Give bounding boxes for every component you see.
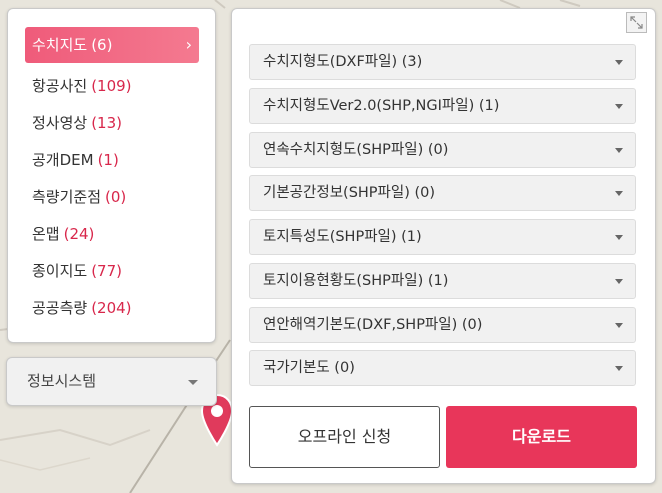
download-item-label: 연안해역기본도(DXF,SHP파일) (0): [263, 317, 483, 333]
category-item-control-point[interactable]: 측량기준점 (0): [25, 182, 199, 212]
download-item-national-base[interactable]: 국가기본도 (0): [249, 350, 636, 386]
download-item-basic-spatial[interactable]: 기본공간정보(SHP파일) (0): [249, 175, 636, 211]
category-item-public-dem[interactable]: 공개DEM (1): [25, 145, 199, 175]
download-button[interactable]: 다운로드: [446, 406, 637, 468]
caret-down-icon: [188, 380, 198, 385]
category-count: (1): [97, 151, 119, 169]
category-item-paper-map[interactable]: 종이지도 (77): [25, 256, 199, 286]
caret-down-icon: [615, 235, 623, 240]
category-count: (77): [91, 262, 122, 280]
download-item-continuous[interactable]: 연속수치지형도(SHP파일) (0): [249, 132, 636, 168]
chevron-right-icon: ›: [185, 35, 192, 54]
category-label: 수치지도: [32, 36, 88, 54]
download-item-ver2[interactable]: 수치지형도Ver2.0(SHP,NGI파일) (1): [249, 88, 636, 124]
category-panel: 수치지도 (6) › 항공사진 (109) 정사영상 (13) 공개DEM (1) 측량기…: [7, 8, 216, 343]
download-item-label: 수치지형도Ver2.0(SHP,NGI파일) (1): [263, 98, 500, 114]
download-item-label: 기본공간정보(SHP파일) (0): [263, 185, 436, 201]
download-item-label: 연속수치지형도(SHP파일) (0): [263, 142, 449, 158]
expand-button[interactable]: [626, 12, 647, 33]
category-count: (0): [105, 188, 127, 206]
download-item-coastal[interactable]: 연안해역기본도(DXF,SHP파일) (0): [249, 307, 636, 343]
download-item-dxf[interactable]: 수치지형도(DXF파일) (3): [249, 44, 636, 80]
download-item-land-use[interactable]: 토지이용현황도(SHP파일) (1): [249, 263, 636, 299]
download-item-label: 토지특성도(SHP파일) (1): [263, 229, 422, 245]
info-system-select[interactable]: 정보시스템: [6, 357, 217, 406]
category-count: (6): [91, 36, 113, 54]
download-panel: 수치지형도(DXF파일) (3) 수치지형도Ver2.0(SHP,NGI파일) …: [231, 8, 656, 484]
category-label: 공공측량: [32, 299, 88, 317]
download-item-label: 토지이용현황도(SHP파일) (1): [263, 273, 449, 289]
category-item-public-survey[interactable]: 공공측량 (204): [25, 293, 199, 323]
category-count: (109): [91, 77, 132, 95]
expand-icon: [630, 16, 643, 29]
category-list: 수치지도 (6) › 항공사진 (109) 정사영상 (13) 공개DEM (1) 측량기…: [8, 9, 215, 323]
caret-down-icon: [615, 323, 623, 328]
caret-down-icon: [615, 148, 623, 153]
caret-down-icon: [615, 60, 623, 65]
category-label: 온맵: [32, 225, 60, 243]
category-item-onmap[interactable]: 온맵 (24): [25, 219, 199, 249]
caret-down-icon: [615, 279, 623, 284]
download-item-land-character[interactable]: 토지특성도(SHP파일) (1): [249, 219, 636, 255]
category-label: 종이지도: [32, 262, 88, 280]
category-item-aerial-photo[interactable]: 항공사진 (109): [25, 71, 199, 101]
category-count: (204): [91, 299, 132, 317]
caret-down-icon: [615, 366, 623, 371]
category-item-digital-map[interactable]: 수치지도 (6) ›: [25, 27, 199, 63]
category-label: 공개DEM: [32, 151, 94, 169]
caret-down-icon: [615, 104, 623, 109]
category-label: 항공사진: [32, 77, 88, 95]
category-count: (24): [63, 225, 95, 243]
category-label: 정사영상: [32, 114, 88, 132]
download-item-label: 국가기본도 (0): [263, 360, 355, 376]
caret-down-icon: [615, 191, 623, 196]
offline-request-button[interactable]: 오프라인 신청: [249, 406, 440, 468]
category-count: (13): [91, 114, 122, 132]
info-system-label: 정보시스템: [27, 372, 97, 390]
category-item-ortho-image[interactable]: 정사영상 (13): [25, 108, 199, 138]
download-item-label: 수치지형도(DXF파일) (3): [263, 54, 423, 70]
category-label: 측량기준점: [32, 188, 102, 206]
